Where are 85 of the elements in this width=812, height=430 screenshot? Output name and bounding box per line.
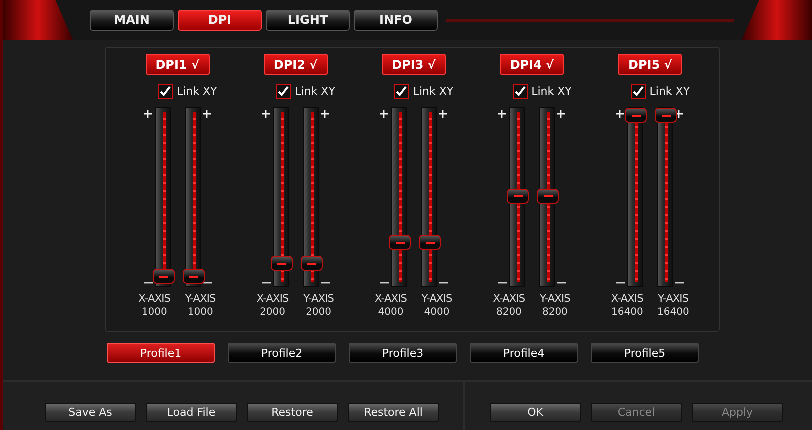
- profile-button[interactable]: Profile2: [228, 343, 336, 363]
- dpi-stage-button[interactable]: DPI3 √: [382, 54, 446, 75]
- checkbox[interactable]: [276, 84, 292, 99]
- tab[interactable]: MAIN: [90, 10, 174, 30]
- plus-icon: [202, 110, 211, 118]
- dpi-value: 16400: [612, 307, 644, 318]
- dpi-value: 8200: [496, 307, 522, 318]
- minus-icon: [262, 282, 271, 284]
- axis-label: Y-AXIS: [540, 293, 570, 305]
- plus-icon: [498, 110, 506, 118]
- dpi-value: 1000: [142, 307, 168, 318]
- command-button[interactable]: Restore: [247, 403, 338, 422]
- checkbox-label: Link XY: [295, 85, 336, 98]
- dpi-stage-button[interactable]: DPI5 √: [618, 54, 682, 75]
- dpi-value: 4000: [424, 307, 450, 318]
- checkbox[interactable]: [630, 84, 646, 99]
- plus-icon: [557, 110, 566, 118]
- slider-thumb[interactable]: [389, 235, 411, 250]
- axis-label: X-AXIS: [375, 293, 407, 305]
- check-icon: [278, 86, 290, 97]
- plus-icon: [439, 110, 447, 118]
- plus-icon: [380, 110, 388, 118]
- slider-thumb[interactable]: [507, 188, 530, 204]
- axis-label: X-AXIS: [138, 293, 171, 305]
- minus-icon: [675, 282, 684, 284]
- profile-button[interactable]: Profile1: [107, 343, 215, 363]
- minus-icon: [439, 282, 448, 284]
- axis-label: X-AXIS: [493, 293, 526, 305]
- tab[interactable]: LIGHT: [266, 10, 350, 30]
- minus-icon: [616, 282, 626, 284]
- check-icon: [632, 86, 644, 97]
- checkbox-label: Link XY: [413, 85, 454, 98]
- checkbox[interactable]: [512, 84, 528, 99]
- axis-label: X-AXIS: [611, 293, 644, 305]
- checkbox[interactable]: [394, 84, 410, 99]
- axis-label: X-AXIS: [256, 293, 289, 305]
- dpi-stage-button[interactable]: DPI2 √: [264, 54, 328, 75]
- command-button[interactable]: Restore All: [348, 403, 439, 422]
- dpi-value: 16400: [658, 307, 690, 318]
- plus-icon: [262, 110, 270, 118]
- minus-icon: [320, 282, 330, 284]
- checkbox-label: Link XY: [532, 85, 572, 98]
- profile-button[interactable]: Profile4: [470, 343, 578, 363]
- slider-thumb[interactable]: [537, 188, 560, 204]
- command-button[interactable]: Save As: [45, 403, 136, 422]
- minus-icon: [380, 282, 389, 284]
- plus-icon: [675, 110, 684, 118]
- corner-ornament: [742, 0, 812, 40]
- minus-icon: [557, 282, 566, 284]
- slider-thumb[interactable]: [270, 256, 293, 272]
- profile-button[interactable]: Profile5: [591, 343, 699, 363]
- plus-icon: [320, 110, 329, 118]
- axis-label: Y-AXIS: [658, 293, 689, 305]
- check-icon: [396, 86, 408, 97]
- slider-thumb[interactable]: [182, 269, 205, 284]
- profile-button[interactable]: Profile3: [349, 343, 457, 363]
- minus-icon: [144, 282, 153, 284]
- dpi-stage-button[interactable]: DPI4 √: [500, 54, 564, 75]
- checkbox-label: Link XY: [176, 85, 218, 98]
- checkbox[interactable]: [158, 84, 173, 99]
- tab[interactable]: DPI: [178, 10, 262, 30]
- check-icon: [160, 86, 171, 97]
- axis-label: Y-AXIS: [185, 293, 216, 305]
- dpi-value: 8200: [542, 307, 568, 318]
- slider-thumb[interactable]: [625, 108, 648, 123]
- plus-icon: [144, 110, 152, 118]
- dpi-value: 1000: [188, 307, 214, 318]
- axis-label: Y-AXIS: [422, 293, 452, 305]
- command-button[interactable]: Load File: [146, 403, 237, 422]
- slider-thumb[interactable]: [152, 269, 175, 284]
- slider-thumb[interactable]: [300, 256, 323, 272]
- dpi-value: 2000: [260, 307, 286, 318]
- slider-thumb[interactable]: [419, 235, 441, 250]
- slider-thumb[interactable]: [655, 108, 678, 123]
- corner-ornament: [3, 0, 73, 40]
- command-button[interactable]: OK: [490, 403, 581, 422]
- plus-icon: [616, 110, 624, 118]
- check-icon: [514, 86, 526, 97]
- tab[interactable]: INFO: [354, 10, 438, 30]
- dpi-stage-button[interactable]: DPI1 √: [146, 54, 210, 75]
- checkbox-label: Link XY: [650, 85, 690, 98]
- axis-label: Y-AXIS: [304, 293, 334, 305]
- dpi-value: 4000: [378, 307, 404, 318]
- minus-icon: [498, 282, 508, 284]
- dpi-value: 2000: [306, 307, 332, 318]
